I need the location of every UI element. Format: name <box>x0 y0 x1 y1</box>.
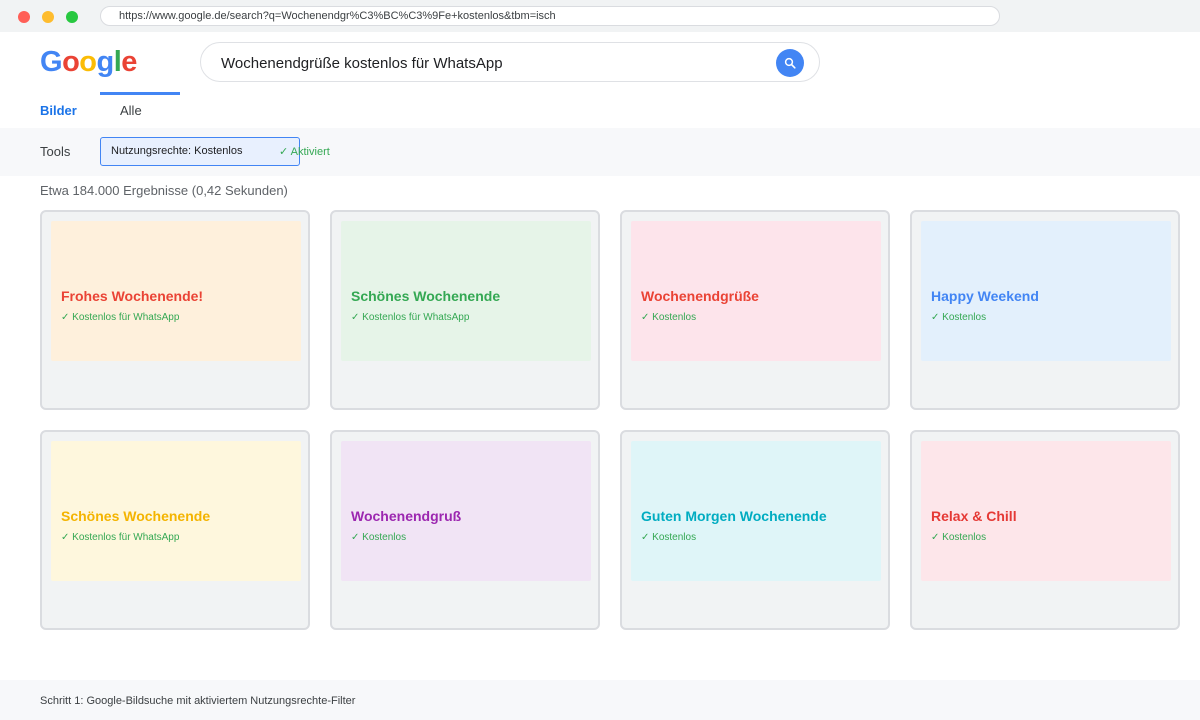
image-result-card[interactable]: Happy Weekend ✓ Kostenlos <box>910 210 1180 410</box>
logo-letter: g <box>96 46 115 78</box>
image-title: Happy Weekend <box>931 288 1039 304</box>
image-result-card[interactable]: Wochenendgruß ✓ Kostenlos <box>330 430 600 630</box>
minimize-window-dot[interactable] <box>42 11 54 23</box>
caption-bar: Schritt 1: Google-Bildsuche mit aktivier… <box>0 680 1200 720</box>
active-tab-indicator <box>100 92 180 95</box>
tab-alle[interactable]: Alle <box>120 103 142 118</box>
browser-toolbar: https://www.google.de/search?q=Wochenend… <box>0 0 1200 32</box>
search-icon <box>784 57 796 69</box>
logo-letter: o <box>62 46 80 78</box>
image-title: Wochenendgruß <box>351 508 462 524</box>
image-license-note: ✓ Kostenlos für WhatsApp <box>351 312 470 323</box>
image-title: Frohes Wochenende! <box>61 288 204 304</box>
search-button[interactable] <box>776 49 804 77</box>
image-license-note: ✓ Kostenlos <box>931 532 987 543</box>
image-title: Schönes Wochenende <box>351 288 501 304</box>
tools-button[interactable]: Tools <box>40 144 70 159</box>
image-result-card[interactable]: Schönes Wochenende ✓ Kostenlos für Whats… <box>40 430 310 630</box>
maximize-window-dot[interactable] <box>66 11 78 23</box>
image-title: Relax & Chill <box>931 508 1017 524</box>
image-license-note: ✓ Kostenlos <box>641 532 697 543</box>
filter-status-label: ✓ Aktiviert <box>279 146 330 158</box>
image-license-note: ✓ Kostenlos <box>641 312 697 323</box>
image-result-card[interactable]: Guten Morgen Wochenende ✓ Kostenlos <box>620 430 890 630</box>
image-license-note: ✓ Kostenlos für WhatsApp <box>61 532 180 543</box>
image-license-note: ✓ Kostenlos <box>931 312 987 323</box>
results-count: Etwa 184.000 Ergebnisse (0,42 Sekunden) <box>40 183 288 198</box>
image-title: Schönes Wochenende <box>61 508 211 524</box>
google-logo[interactable]: Google <box>40 46 137 79</box>
image-license-note: ✓ Kostenlos für WhatsApp <box>61 312 180 323</box>
usage-rights-filter[interactable]: Nutzungsrechte: Kostenlos <box>100 137 300 166</box>
close-window-dot[interactable] <box>18 11 30 23</box>
search-box <box>200 42 820 82</box>
image-title: Wochenendgrüße <box>641 288 759 304</box>
image-result-card[interactable]: Relax & Chill ✓ Kostenlos <box>910 430 1180 630</box>
address-bar[interactable]: https://www.google.de/search?q=Wochenend… <box>100 6 1000 26</box>
image-title: Guten Morgen Wochenende <box>641 508 827 524</box>
search-input[interactable] <box>221 53 761 73</box>
image-result-card[interactable]: Frohes Wochenende! ✓ Kostenlos für Whats… <box>40 210 310 410</box>
tools-bar: Tools Nutzungsrechte: Kostenlos ✓ Aktivi… <box>0 128 1200 176</box>
logo-letter: o <box>79 46 97 78</box>
step-caption: Schritt 1: Google-Bildsuche mit aktivier… <box>40 695 356 707</box>
image-result-card[interactable]: Schönes Wochenende ✓ Kostenlos für Whats… <box>330 210 600 410</box>
image-result-card[interactable]: Wochenendgrüße ✓ Kostenlos <box>620 210 890 410</box>
logo-letter: e <box>121 46 137 78</box>
tab-bilder[interactable]: Bilder <box>40 103 77 118</box>
logo-letter: G <box>40 46 63 78</box>
image-license-note: ✓ Kostenlos <box>351 532 407 543</box>
